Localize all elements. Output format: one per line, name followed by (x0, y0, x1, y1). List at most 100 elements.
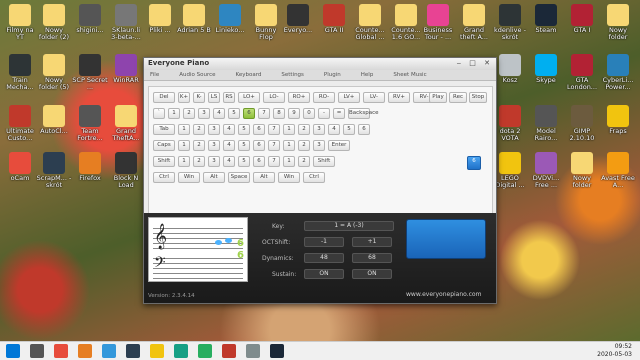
taskbar-firefox-icon[interactable] (78, 344, 92, 358)
keyboard-key[interactable]: 4 (223, 156, 235, 167)
keyboard-key[interactable]: 3 (313, 140, 325, 151)
desktop-icon[interactable]: Nowy folder (5) (36, 52, 72, 104)
desktop-icon[interactable]: Filmy na YT (2, 2, 38, 54)
clock[interactable]: 09:52 2020-05-03 (597, 343, 632, 359)
keyboard-key[interactable]: Win (178, 172, 200, 183)
window-controls[interactable]: ‒ □ ✕ (457, 59, 493, 67)
menu-file[interactable]: File (150, 70, 159, 80)
keyboard-key[interactable]: 1 (168, 108, 180, 119)
keyboard-key[interactable]: Space (228, 172, 250, 183)
sustain-right-toggle[interactable]: ON (352, 269, 392, 279)
desktop-icon[interactable]: Firefox (72, 150, 108, 202)
keyboard-key[interactable]: 1 (283, 140, 295, 151)
taskbar-mail-icon[interactable] (126, 344, 140, 358)
keyboard-key[interactable]: RS (223, 92, 235, 103)
keyboard-key[interactable]: 1 (178, 124, 190, 135)
desktop-icon[interactable]: Ultimate Custo... (2, 103, 38, 155)
keyboard-key[interactable]: 6 (253, 156, 265, 167)
keyboard-key[interactable]: Caps (153, 140, 175, 151)
desktop-icon[interactable]: AutoCl... (36, 103, 72, 155)
taskbar-chrome-icon[interactable] (54, 344, 68, 358)
desktop-icon[interactable]: Counte... 1.6 GO... (388, 2, 424, 54)
keyboard-key[interactable]: Backspace (348, 108, 379, 119)
desktop-icon[interactable]: kdenlive - skrót (492, 2, 528, 54)
keyboard-key[interactable]: 4 (223, 124, 235, 135)
keyboard-key[interactable]: 3 (198, 108, 210, 119)
keyboard-key[interactable]: Ctrl (153, 172, 175, 183)
taskbar-xbox-icon[interactable] (198, 344, 212, 358)
desktop-icon[interactable]: LEGO Digital ... (492, 150, 528, 202)
keyboard-key[interactable]: ` (153, 108, 165, 119)
keyboard-key[interactable]: 7 (268, 140, 280, 151)
keyboard-key[interactable]: 2 (193, 124, 205, 135)
keyboard-key[interactable]: 5 (343, 124, 355, 135)
keyboard-key[interactable]: Ctrl (303, 172, 325, 183)
keyboard-key[interactable]: RO+ (288, 92, 310, 103)
desktop-icon[interactable]: Counte... Global ... (352, 2, 388, 54)
website-link[interactable]: www.everyonepiano.com (406, 291, 481, 298)
keyboard-key[interactable]: LV- (363, 92, 385, 103)
keyboard-key[interactable]: 6 (253, 140, 265, 151)
desktop-icon[interactable]: Block N Load (108, 150, 144, 202)
keyboard-key[interactable]: 5 (238, 156, 250, 167)
keyboard-key[interactable]: LO- (263, 92, 285, 103)
keyboard-key[interactable]: 7 (258, 108, 270, 119)
octshift-right[interactable]: +1 (352, 237, 392, 247)
keyboard-key[interactable]: 7 (268, 156, 280, 167)
keyboard-key[interactable]: K- (193, 92, 205, 103)
keyboard-key[interactable]: LS (208, 92, 220, 103)
keyboard-key[interactable]: 5 (238, 124, 250, 135)
desktop-icon[interactable]: CyberLi... Power... (600, 52, 636, 104)
keyboard-key[interactable]: LO+ (238, 92, 260, 103)
keyboard-key[interactable]: RO- (313, 92, 335, 103)
desktop-icon[interactable]: GTA I (564, 2, 600, 54)
keyboard-key[interactable]: 2 (298, 140, 310, 151)
keyboard-key[interactable]: RV+ (388, 92, 410, 103)
desktop-icon[interactable]: oCam (2, 150, 38, 202)
title-bar[interactable]: Everyone Piano ‒ □ ✕ (144, 58, 496, 70)
everyone-piano-window[interactable]: Everyone Piano ‒ □ ✕ File Audio Source K… (143, 57, 497, 304)
keyboard-key[interactable]: 4 (223, 140, 235, 151)
keyboard-key[interactable]: 6 (358, 124, 370, 135)
desktop-icon[interactable]: Everyo... (280, 2, 316, 54)
desktop-icon[interactable]: Nowy folder (600, 2, 636, 54)
desktop-icon[interactable]: Bunny Flop (248, 2, 284, 54)
desktop-icon[interactable]: Linieko... (212, 2, 248, 54)
taskbar-calculator-icon[interactable] (246, 344, 260, 358)
desktop-icon[interactable]: Grand theft A... (456, 2, 492, 54)
desktop-icon[interactable]: Steam (528, 2, 564, 54)
desktop-icon[interactable]: Business Tour - ... (420, 2, 456, 54)
key-select[interactable]: 1 = A (-3) (304, 221, 394, 231)
taskbar-task-view-icon[interactable] (30, 344, 44, 358)
desktop-icon[interactable]: Team Fortre... (72, 103, 108, 155)
desktop-icon[interactable]: DVDVi... Free ... (528, 150, 564, 202)
keyboard-key[interactable]: 0 (303, 108, 315, 119)
keyboard-key[interactable]: 6 (253, 124, 265, 135)
numpad-key-active[interactable]: 6 (467, 156, 481, 170)
keyboard-key[interactable]: Enter (328, 140, 350, 151)
sustain-left-toggle[interactable]: ON (304, 269, 344, 279)
desktop-icon[interactable]: shigini... (72, 2, 108, 54)
desktop-icon[interactable]: Model Rairo... (528, 103, 564, 155)
menu-audio-source[interactable]: Audio Source (179, 70, 215, 80)
keyboard-key[interactable]: 1 (178, 156, 190, 167)
transport-rec-button[interactable]: Rec (449, 92, 467, 103)
menu-help[interactable]: Help (361, 70, 374, 80)
keyboard-key[interactable]: Shift (313, 156, 335, 167)
keyboard-key[interactable]: 6 (243, 108, 255, 119)
desktop-icon[interactable]: Train Mecha... (2, 52, 38, 104)
desktop-icon[interactable]: Skype (528, 52, 564, 104)
keyboard-key[interactable]: 1 (178, 140, 190, 151)
menu-sheet-music[interactable]: Sheet Music (393, 70, 426, 80)
menu-settings[interactable]: Settings (281, 70, 304, 80)
desktop-icon[interactable]: Nowy folder (2) (36, 2, 72, 54)
desktop-icon[interactable]: WinRAR (108, 52, 144, 104)
dynamics-right[interactable]: 68 (352, 253, 392, 263)
desktop-icon[interactable]: SKlaun.li 3-beta-... (108, 2, 144, 54)
keyboard-key[interactable]: Tab (153, 124, 175, 135)
desktop-icon[interactable]: Kosz (492, 52, 528, 104)
keyboard-key[interactable]: 7 (268, 124, 280, 135)
keyboard-key[interactable]: Alt (253, 172, 275, 183)
desktop-icon[interactable]: SCP Secret ... (72, 52, 108, 104)
keyboard-key[interactable]: 3 (313, 124, 325, 135)
